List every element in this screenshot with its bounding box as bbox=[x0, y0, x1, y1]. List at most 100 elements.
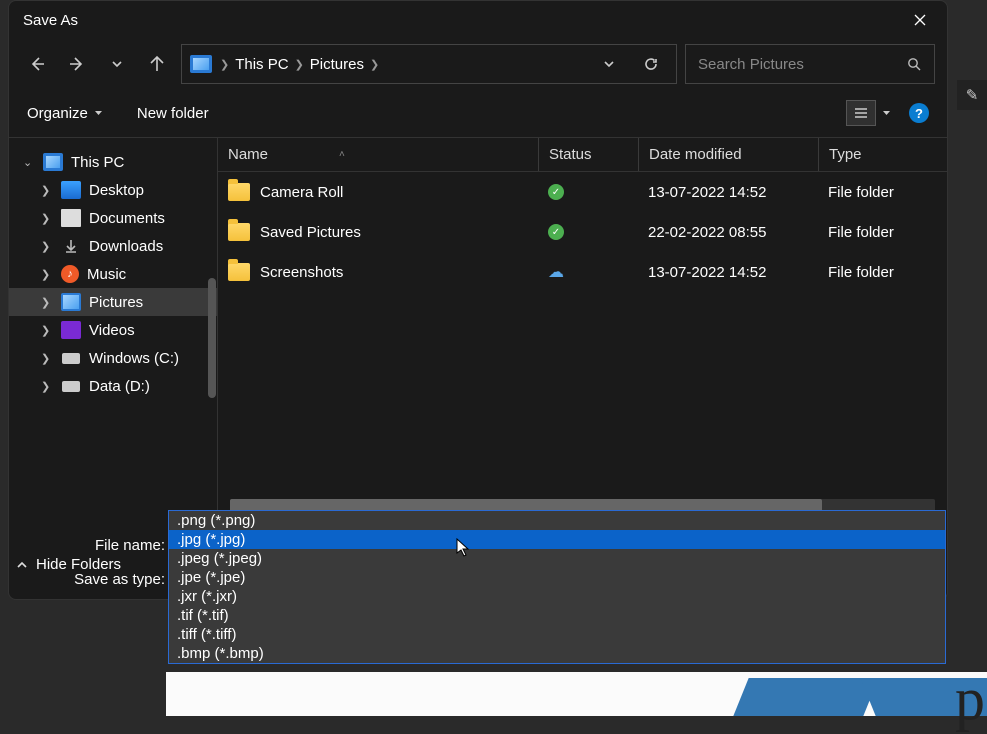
column-status[interactable]: Status bbox=[538, 138, 638, 171]
tree-item[interactable]: ❯ Downloads bbox=[9, 232, 217, 260]
breadcrumb-segment[interactable]: Pictures bbox=[310, 56, 364, 73]
hide-folders-button[interactable]: Hide Folders bbox=[16, 556, 121, 573]
status-cloud-icon: ☁ bbox=[548, 262, 564, 282]
file-name: Camera Roll bbox=[260, 184, 343, 201]
navigation-tree[interactable]: ⌄ This PC ❯Desktop❯Documents❯Downloads❯♪… bbox=[9, 138, 217, 519]
chevron-right-icon: ❯ bbox=[295, 58, 304, 71]
close-button[interactable] bbox=[897, 4, 943, 36]
chevron-down-icon bbox=[603, 58, 615, 70]
dropdown-option[interactable]: .bmp (*.bmp) bbox=[169, 644, 945, 663]
chevron-right-icon[interactable]: ❯ bbox=[41, 352, 53, 365]
file-type: File folder bbox=[828, 224, 894, 241]
chevron-right-icon[interactable]: ❯ bbox=[41, 240, 53, 253]
pc-icon bbox=[43, 153, 63, 171]
search-placeholder: Search Pictures bbox=[698, 56, 804, 73]
organize-button[interactable]: Organize bbox=[27, 105, 103, 122]
search-icon bbox=[907, 57, 922, 72]
back-button[interactable] bbox=[21, 48, 53, 80]
address-dropdown-button[interactable] bbox=[592, 58, 626, 70]
dropdown-option[interactable]: .png (*.png) bbox=[169, 511, 945, 530]
tree-item[interactable]: ❯Data (D:) bbox=[9, 372, 217, 400]
chevron-down-icon bbox=[111, 58, 123, 70]
sort-ascending-icon: ˄ bbox=[339, 149, 345, 160]
file-name: Saved Pictures bbox=[260, 224, 361, 241]
chevron-right-icon[interactable]: ❯ bbox=[41, 324, 53, 337]
tree-item-label: Downloads bbox=[89, 238, 163, 255]
tree-item[interactable]: ❯♪Music bbox=[9, 260, 217, 288]
chevron-right-icon[interactable]: ❯ bbox=[41, 268, 53, 281]
column-date[interactable]: Date modified bbox=[638, 138, 818, 171]
pic-icon bbox=[61, 293, 81, 311]
desktop-icon bbox=[61, 181, 81, 199]
chevron-up-icon bbox=[16, 559, 28, 571]
help-icon: ? bbox=[915, 106, 923, 121]
folder-icon bbox=[228, 183, 250, 201]
recent-button[interactable] bbox=[101, 48, 133, 80]
chevron-down-icon[interactable]: ⌄ bbox=[23, 156, 35, 169]
chevron-right-icon[interactable]: ❯ bbox=[41, 212, 53, 225]
dropdown-option[interactable]: .jpg (*.jpg) bbox=[169, 530, 945, 549]
breadcrumb: ❯ This PC ❯ Pictures ❯ bbox=[220, 56, 379, 73]
dropdown-option[interactable]: .jpe (*.jpe) bbox=[169, 568, 945, 587]
column-name-label: Name bbox=[228, 146, 268, 163]
column-type[interactable]: Type bbox=[818, 138, 947, 171]
help-button[interactable]: ? bbox=[909, 103, 929, 123]
background-app-footer: p bbox=[166, 672, 987, 716]
file-date: 13-07-2022 14:52 bbox=[648, 184, 766, 201]
file-date: 22-02-2022 08:55 bbox=[648, 224, 766, 241]
file-row[interactable]: Camera Roll✓13-07-2022 14:52File folder bbox=[218, 172, 947, 212]
chevron-right-icon: ❯ bbox=[370, 58, 379, 71]
file-row[interactable]: Saved Pictures ✓ 22-02-2022 08:55 File fold… bbox=[218, 212, 947, 252]
tree-item-label: Documents bbox=[89, 210, 165, 227]
file-type: File folder bbox=[828, 264, 894, 281]
tree-item[interactable]: ❯ Pictures bbox=[9, 288, 217, 316]
search-input[interactable]: Search Pictures bbox=[685, 44, 935, 84]
tree-item-label: Pictures bbox=[89, 294, 143, 311]
tree-scrollbar[interactable] bbox=[208, 278, 216, 398]
refresh-button[interactable] bbox=[634, 56, 668, 72]
dropdown-option[interactable]: .tif (*.tif) bbox=[169, 606, 945, 625]
status-synced-icon: ✓ bbox=[548, 184, 564, 200]
chevron-right-icon[interactable]: ❯ bbox=[41, 296, 53, 309]
view-button[interactable] bbox=[846, 100, 891, 126]
close-icon bbox=[914, 14, 926, 26]
status-synced-icon: ✓ bbox=[548, 224, 564, 240]
tree-item[interactable]: ❯Desktop bbox=[9, 176, 217, 204]
dropdown-option[interactable]: .jxr (*.jxr) bbox=[169, 587, 945, 606]
arrow-left-icon bbox=[28, 55, 46, 73]
up-button[interactable] bbox=[141, 48, 173, 80]
title-text: Save As bbox=[23, 12, 78, 29]
file-date: 13-07-2022 14:52 bbox=[648, 264, 766, 281]
column-status-label: Status bbox=[549, 146, 592, 163]
doc-icon bbox=[61, 209, 81, 227]
chevron-right-icon[interactable]: ❯ bbox=[41, 184, 53, 197]
tree-item[interactable]: ❯Windows (C:) bbox=[9, 344, 217, 372]
column-date-label: Date modified bbox=[649, 146, 742, 163]
download-icon bbox=[61, 237, 81, 255]
dropdown-option[interactable]: .jpeg (*.jpeg) bbox=[169, 549, 945, 568]
breadcrumb-segment[interactable]: This PC bbox=[235, 56, 288, 73]
savetype-dropdown[interactable]: .png (*.png).jpg (*.jpg).jpeg (*.jpeg).j… bbox=[168, 510, 946, 664]
column-name[interactable]: Name ˄ bbox=[218, 138, 538, 171]
list-view-icon bbox=[854, 107, 868, 119]
drive-icon bbox=[61, 377, 81, 395]
new-folder-button[interactable]: New folder bbox=[137, 105, 209, 122]
tree-root-this-pc[interactable]: ⌄ This PC bbox=[9, 148, 217, 176]
arrow-right-icon bbox=[68, 55, 86, 73]
pc-icon bbox=[190, 55, 212, 73]
address-bar[interactable]: ❯ This PC ❯ Pictures ❯ bbox=[181, 44, 677, 84]
tree-root-label: This PC bbox=[71, 154, 124, 171]
forward-button[interactable] bbox=[61, 48, 93, 80]
filename-label: File name: bbox=[15, 537, 165, 554]
chevron-right-icon[interactable]: ❯ bbox=[41, 380, 53, 393]
drive-icon bbox=[61, 349, 81, 367]
file-name: Screenshots bbox=[260, 264, 343, 281]
body-panel: ⌄ This PC ❯Desktop❯Documents❯Downloads❯♪… bbox=[9, 137, 947, 519]
column-headers: Name ˄ Status Date modified Type bbox=[218, 138, 947, 172]
tree-item[interactable]: ❯ Documents bbox=[9, 204, 217, 232]
savetype-label: Save as type: bbox=[15, 571, 165, 588]
dropdown-option[interactable]: .tiff (*.tiff) bbox=[169, 625, 945, 644]
tree-item[interactable]: ❯Videos bbox=[9, 316, 217, 344]
file-row[interactable]: Screenshots ☁ 13-07-2022 14:52 File folder bbox=[218, 252, 947, 292]
nav-bar: ❯ This PC ❯ Pictures ❯ Search Pictures bbox=[9, 39, 947, 89]
